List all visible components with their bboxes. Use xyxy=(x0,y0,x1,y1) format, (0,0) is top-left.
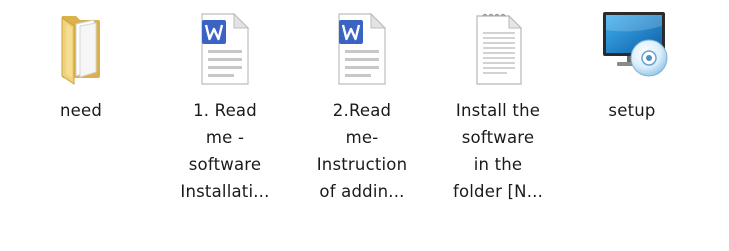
file-item-readme-software-installation[interactable]: 1. Read me - software Installati... xyxy=(165,6,285,205)
file-label-line: setup xyxy=(608,101,656,120)
file-item-setup[interactable]: setup xyxy=(572,6,692,124)
file-label-line: Instruction xyxy=(316,155,408,174)
file-label: 1. Read me - software Installati... xyxy=(169,97,281,205)
file-label-line: 1. Read xyxy=(193,101,257,120)
setup-installer-icon xyxy=(587,6,677,92)
file-item-readme-instruction[interactable]: 2.Read me- Instruction of addin... xyxy=(302,6,422,205)
file-label-line: software xyxy=(461,128,535,147)
file-label-line: me - xyxy=(205,128,245,147)
file-label-line: Install the xyxy=(455,101,541,120)
desktop-file-area: need 1. Read me - software Installati... xyxy=(0,0,729,251)
file-label-line: me- xyxy=(345,128,379,147)
word-document-icon xyxy=(180,6,270,92)
file-label-line: of addin... xyxy=(319,182,405,201)
file-label: need xyxy=(25,97,137,124)
file-label: setup xyxy=(576,97,688,124)
file-label: Install the software in the folder [N... xyxy=(442,97,554,205)
file-label-line: need xyxy=(59,101,103,120)
word-document-icon xyxy=(317,6,407,92)
file-label-line: 2.Read xyxy=(332,101,392,120)
file-label: 2.Read me- Instruction of addin... xyxy=(306,97,418,205)
file-label-line: folder [N... xyxy=(452,182,544,201)
file-label-line: software xyxy=(188,155,262,174)
file-label-line: Installati... xyxy=(180,182,270,201)
file-item-need-folder[interactable]: need xyxy=(21,6,141,124)
file-item-install-text[interactable]: Install the software in the folder [N... xyxy=(438,6,558,205)
file-label-line: in the xyxy=(473,155,523,174)
folder-icon xyxy=(36,6,126,92)
text-document-icon xyxy=(453,6,543,92)
